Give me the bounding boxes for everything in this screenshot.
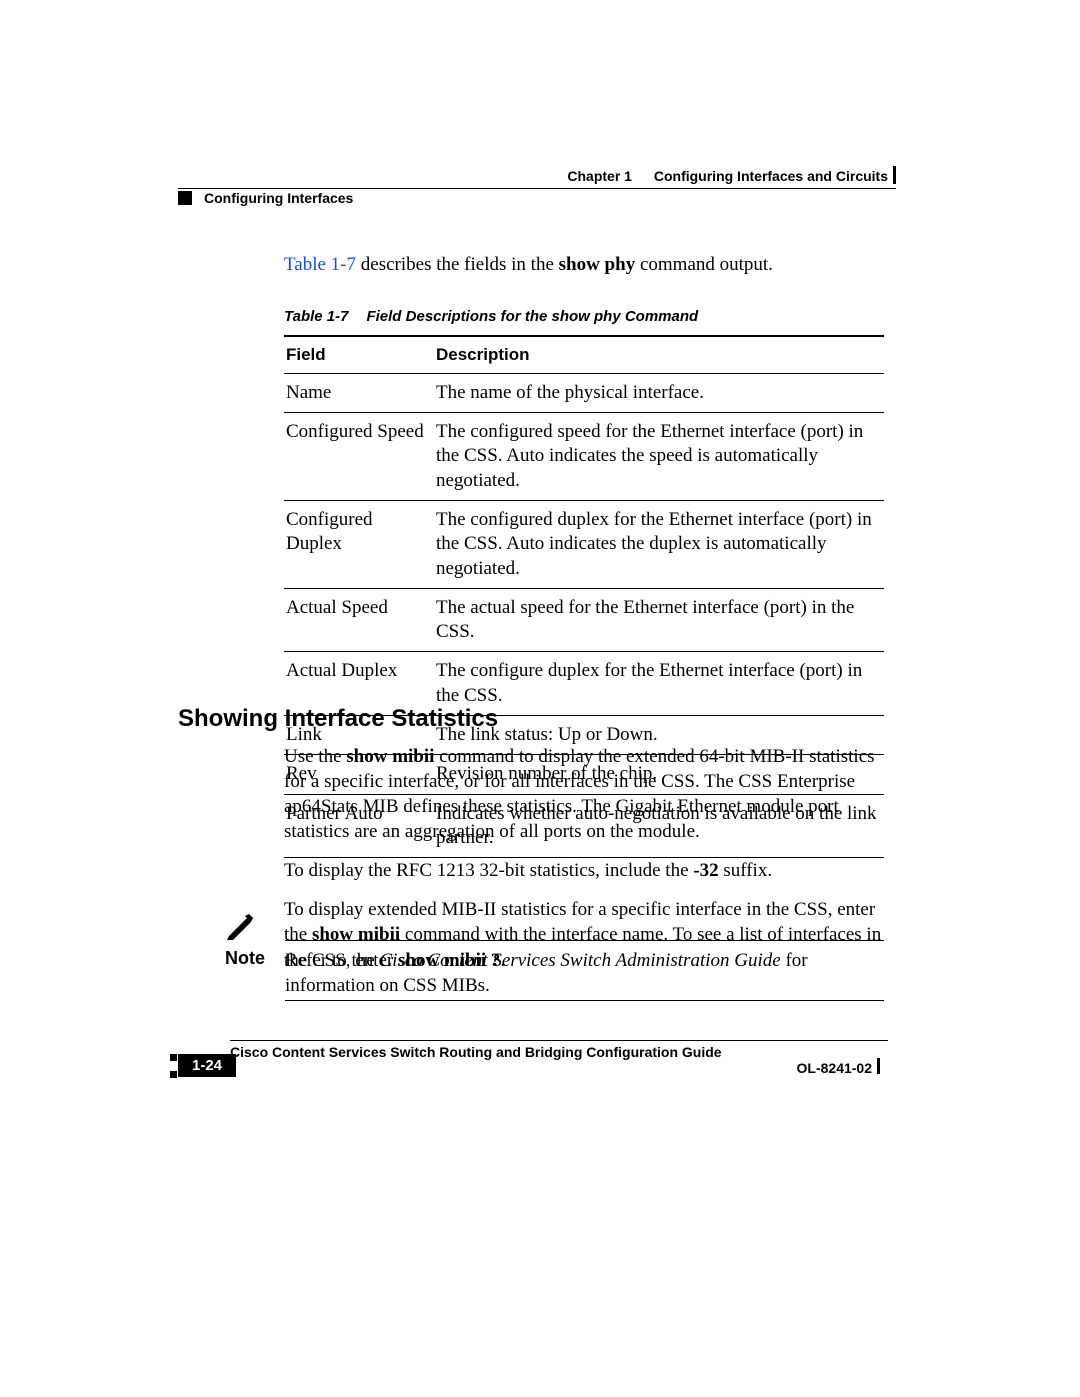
table-row: Configured SpeedThe configured speed for… — [284, 412, 884, 500]
intro-cmd: show phy — [559, 254, 636, 275]
cell-desc: The configure duplex for the Ethernet in… — [434, 652, 884, 716]
header-rule — [178, 188, 896, 189]
section-name: Configuring Interfaces — [204, 190, 353, 206]
footer-guide-title: Cisco Content Services Switch Routing an… — [230, 1044, 722, 1060]
p2-c: suffix. — [719, 860, 772, 881]
note-a: Refer to the — [285, 950, 379, 971]
cell-field: Actual Speed — [284, 588, 434, 652]
note-bottom-rule — [285, 1000, 884, 1001]
cell-desc: The actual speed for the Ethernet interf… — [434, 588, 884, 652]
table-caption-label: Table 1-7 — [284, 308, 348, 325]
page: Chapter 1 Configuring Interfaces and Cir… — [0, 0, 1080, 1397]
cell-desc: The name of the physical interface. — [434, 373, 884, 412]
chapter-label: Chapter 1 — [567, 168, 632, 184]
note-doc-title: Cisco Content Services Switch Administra… — [379, 950, 780, 971]
th-desc: Description — [434, 336, 884, 374]
badge-square-bottom — [170, 1071, 177, 1078]
header-square-icon — [178, 191, 192, 205]
footer-doc-bar — [877, 1058, 880, 1074]
p1-cmd: show mibii — [346, 746, 434, 767]
cell-desc: The configured speed for the Ethernet in… — [434, 412, 884, 500]
section-p2: To display the RFC 1213 32-bit statistic… — [284, 858, 884, 883]
p3-cmd1: show mibii — [312, 924, 400, 945]
note-text: Refer to the Cisco Content Services Swit… — [285, 948, 884, 998]
intro-paragraph: Table 1-7 describes the fields in the sh… — [284, 252, 884, 278]
running-header-right: Chapter 1 Configuring Interfaces and Cir… — [567, 168, 888, 184]
table-caption-title: Field Descriptions for the show phy Comm… — [366, 308, 698, 325]
p2-suffix: -32 — [693, 860, 718, 881]
header-right-bar — [893, 166, 896, 184]
cell-field: Configured Speed — [284, 412, 434, 500]
intro-text-2: command output. — [635, 254, 773, 275]
p1-a: Use the — [284, 746, 346, 767]
cell-field: Configured Duplex — [284, 500, 434, 588]
chapter-title: Configuring Interfaces and Circuits — [654, 168, 888, 184]
footer-doc-id: OL-8241-02 — [797, 1060, 872, 1076]
pencil-icon — [225, 914, 257, 942]
table-caption: Table 1-7 Field Descriptions for the show… — [284, 308, 884, 325]
running-header-left: Configuring Interfaces — [178, 190, 353, 206]
note-label: Note — [225, 948, 265, 969]
p2-a: To display the RFC 1213 32-bit statistic… — [284, 860, 693, 881]
table-row: Configured DuplexThe configured duplex f… — [284, 500, 884, 588]
badge-square-top — [170, 1054, 177, 1061]
table-row: NameThe name of the physical interface. — [284, 373, 884, 412]
table-header-row: Field Description — [284, 336, 884, 374]
cell-field: Name — [284, 373, 434, 412]
note-top-rule — [285, 940, 884, 941]
cell-desc: The configured duplex for the Ethernet i… — [434, 500, 884, 588]
table-ref-link[interactable]: Table 1-7 — [284, 254, 356, 275]
th-field: Field — [284, 336, 434, 374]
intro-text-1: describes the fields in the — [356, 254, 559, 275]
footer-rule — [230, 1040, 888, 1041]
table-row: Actual SpeedThe actual speed for the Eth… — [284, 588, 884, 652]
section-heading: Showing Interface Statistics — [178, 705, 498, 733]
page-number-badge: 1-24 — [178, 1054, 236, 1077]
section-p1: Use the show mibii command to display th… — [284, 744, 884, 844]
